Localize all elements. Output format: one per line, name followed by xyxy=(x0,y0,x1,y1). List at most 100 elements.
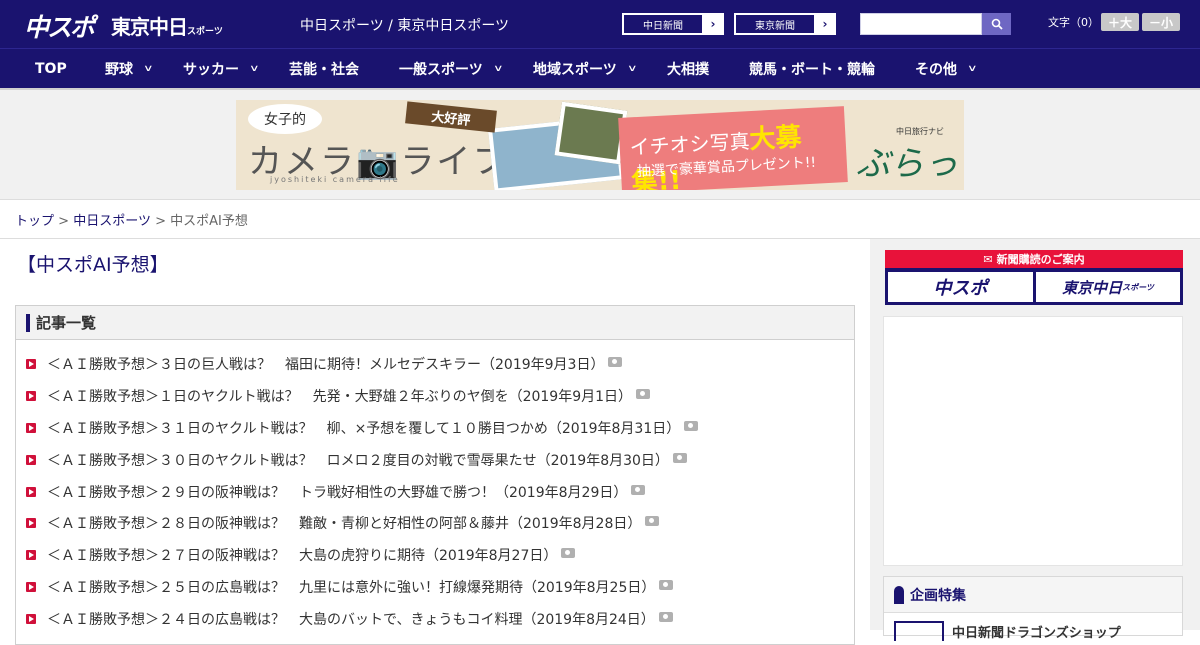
tokyo-shimbun-label: 東京新聞 xyxy=(735,14,815,34)
arrow-bullet-icon xyxy=(26,359,36,369)
article-title: ＜ＡＩ勝敗予想＞２７日の阪神戦は？ 大島の虎狩りに期待（2019年8月27日） xyxy=(47,548,558,564)
nav-item-other[interactable]: その他 ∨ xyxy=(915,49,978,89)
nav-label: 地域スポーツ xyxy=(533,62,617,78)
article-link[interactable]: ＜ＡＩ勝敗予想＞３０日のヤクルト戦は？ ロメロ２度目の対戦で雪辱果たせ（2019… xyxy=(26,450,687,470)
subscribe-chuspo-button[interactable]: 中スポ xyxy=(888,272,1033,302)
chunichi-shimbun-label: 中日新聞 xyxy=(623,14,703,34)
breadcrumb-home[interactable]: トップ xyxy=(15,214,54,229)
breadcrumb-sep: > xyxy=(155,214,166,229)
nav-label: 大相撲 xyxy=(667,62,709,78)
banner-subtitle: jyoshiteki camera life xyxy=(270,175,400,184)
feature-heading: 企画特集 xyxy=(910,587,966,604)
search-button[interactable] xyxy=(982,13,1011,35)
nav-label: TOP xyxy=(35,61,67,77)
banner-promo: イチオシ写真大募集!! 抽選で豪華賞品プレゼント!! xyxy=(618,106,848,190)
camera-icon xyxy=(608,357,623,367)
banner-tag: 大好評 xyxy=(405,101,497,133)
chevron-down-icon: ∨ xyxy=(143,64,154,74)
chevron-down-icon: ∨ xyxy=(492,64,504,74)
article-title: ＜ＡＩ勝敗予想＞３０日のヤクルト戦は？ ロメロ２度目の対戦で雪辱果たせ（2019… xyxy=(47,453,669,469)
page-title: 【中スポAI予想】 xyxy=(17,254,169,276)
article-link[interactable]: ＜ＡＩ勝敗予想＞２４日の広島戦は？ 大島のバットで、きょうもコイ料理（2019年… xyxy=(26,609,673,629)
font-size-label: 文字（0） xyxy=(1048,16,1099,29)
tokyo-logo-text: 東京中日 xyxy=(111,15,188,39)
search-input[interactable] xyxy=(860,13,982,35)
article-title: ＜ＡＩ勝敗予想＞２４日の広島戦は？ 大島のバットで、きょうもコイ料理（2019年… xyxy=(47,612,655,628)
font-smaller-button[interactable]: －小 xyxy=(1142,13,1180,31)
breadcrumb-section[interactable]: 中日スポーツ xyxy=(73,214,151,229)
article-title: ＜ＡＩ勝敗予想＞１日のヤクルト戦は？ 先発・大野雄２年ぶりのヤ倒を（2019年9… xyxy=(47,389,633,405)
article-link[interactable]: ＜ＡＩ勝敗予想＞３１日のヤクルト戦は？ 柳、×予想を覆して１０勝目つかめ（201… xyxy=(26,418,699,438)
arrow-bullet-icon xyxy=(26,582,36,592)
article-title: ＜ＡＩ勝敗予想＞３１日のヤクルト戦は？ 柳、×予想を覆して１０勝目つかめ（201… xyxy=(47,421,681,437)
chuspo-logo[interactable]: 中スポ xyxy=(24,8,95,44)
article-list-header: 記事一覧 xyxy=(16,306,854,340)
nav-label: 一般スポーツ xyxy=(399,62,483,78)
breadcrumb: トップ > 中日スポーツ > 中スポAI予想 xyxy=(15,210,248,229)
camera-life-banner[interactable]: 女子的 カメラ📷ライフ jyoshiteki camera life 大好評 イ… xyxy=(236,100,964,190)
banner-brand: ぶらっ人 xyxy=(856,144,958,184)
nav-item-racing[interactable]: 競馬・ボート・競輪 xyxy=(749,49,875,89)
article-list: 記事一覧 ＜ＡＩ勝敗予想＞３日の巨人戦は？ 福田に期待！メルセデスキラー（201… xyxy=(15,305,855,645)
tokyo-chunichi-logo[interactable]: 東京中日スポーツ xyxy=(111,11,223,40)
feature-header: 企画特集 xyxy=(884,577,1182,613)
site-header: 中スポ 東京中日スポーツ 中日スポーツ / 東京中日スポーツ 中日新聞 › 東京… xyxy=(0,0,1200,48)
arrow-bullet-icon xyxy=(26,423,36,433)
feature-box: 企画特集 中日新聞ドラゴンズショップ xyxy=(883,576,1183,641)
article-title: ＜ＡＩ勝敗予想＞２８日の阪神戦は？ 難敵・青柳と好相性の阿部＆藤井（2019年8… xyxy=(47,516,642,532)
nav-label: その他 xyxy=(915,62,957,78)
subscribe-tokyo-text: 東京中日 xyxy=(1062,278,1123,297)
article-link[interactable]: ＜ＡＩ勝敗予想＞２８日の阪神戦は？ 難敵・青柳と好相性の阿部＆藤井（2019年8… xyxy=(26,513,660,533)
article-link[interactable]: ＜ＡＩ勝敗予想＞２５日の広島戦は？ 九里には意外に強い！打線爆発期待（2019年… xyxy=(26,577,674,597)
chevron-right-icon: › xyxy=(703,14,723,34)
breadcrumb-sep: > xyxy=(58,214,70,229)
article-title: ＜ＡＩ勝敗予想＞３日の巨人戦は？ 福田に期待！メルセデスキラー（2019年9月3… xyxy=(47,357,605,373)
camera-icon xyxy=(645,516,660,526)
nav-label: サッカー xyxy=(183,62,239,78)
banner-area: 女子的 カメラ📷ライフ jyoshiteki camera life 大好評 イ… xyxy=(0,90,1200,200)
article-link[interactable]: ＜ＡＩ勝敗予想＞２９日の阪神戦は？ トラ戦好相性の大野雄で勝つ！（2019年8月… xyxy=(26,482,646,502)
article-title: ＜ＡＩ勝敗予想＞２９日の阪神戦は？ トラ戦好相性の大野雄で勝つ！（2019年8月… xyxy=(47,485,628,501)
nav-item-local-sports[interactable]: 地域スポーツ ∨ xyxy=(533,49,638,89)
arrow-bullet-icon xyxy=(26,614,36,624)
banner-photo xyxy=(554,101,628,165)
subscribe-tokyo-button[interactable]: 東京中日 スポーツ xyxy=(1036,272,1180,302)
breadcrumb-current: 中スポAI予想 xyxy=(170,214,248,229)
subscribe-tokyo-sub: スポーツ xyxy=(1122,282,1154,292)
nav-item-entertainment[interactable]: 芸能・社会 xyxy=(289,49,359,89)
header-site-names: 中日スポーツ / 東京中日スポーツ xyxy=(300,18,510,34)
nav-item-sumo[interactable]: 大相撲 xyxy=(667,49,709,89)
camera-icon xyxy=(636,389,651,399)
tokyo-logo-sub: スポーツ xyxy=(187,27,223,37)
feature-link[interactable]: 中日新聞ドラゴンズショップ xyxy=(894,621,1121,641)
chevron-down-icon: ∨ xyxy=(626,64,638,74)
main-nav: TOP 野球 ∨ サッカー ∨ 芸能・社会 一般スポーツ ∨ 地域スポーツ ∨ 大相撲 … xyxy=(0,48,1200,90)
article-link[interactable]: ＜ＡＩ勝敗予想＞２７日の阪神戦は？ 大島の虎狩りに期待（2019年8月27日） xyxy=(26,545,576,565)
nav-item-baseball[interactable]: 野球 ∨ xyxy=(105,49,154,89)
nav-item-soccer[interactable]: サッカー ∨ xyxy=(183,49,260,89)
nav-label: 野球 xyxy=(105,62,133,78)
feature-thumbnail xyxy=(894,621,944,641)
chunichi-shimbun-button[interactable]: 中日新聞 › xyxy=(622,13,724,35)
nav-label: 芸能・社会 xyxy=(289,62,359,78)
article-link[interactable]: ＜ＡＩ勝敗予想＞３日の巨人戦は？ 福田に期待！メルセデスキラー（2019年9月3… xyxy=(26,354,623,374)
ad-slot xyxy=(883,316,1183,566)
chevron-right-icon: › xyxy=(815,14,835,34)
nav-item-general-sports[interactable]: 一般スポーツ ∨ xyxy=(399,49,504,89)
heading-bar xyxy=(26,313,30,332)
ribbon-icon xyxy=(894,585,904,604)
article-link[interactable]: ＜ＡＩ勝敗予想＞１日のヤクルト戦は？ 先発・大野雄２年ぶりのヤ倒を（2019年9… xyxy=(26,386,651,406)
subscription-box: ✉ 新聞購読のご案内 中スポ 東京中日 スポーツ xyxy=(885,250,1183,305)
banner-headline-text: イチオシ写真 xyxy=(629,129,751,160)
chevron-down-icon: ∨ xyxy=(967,64,978,74)
nav-label: 競馬・ボート・競輪 xyxy=(749,62,875,78)
arrow-bullet-icon xyxy=(26,455,36,465)
camera-icon xyxy=(631,485,646,495)
feature-title: 中日新聞ドラゴンズショップ xyxy=(952,625,1121,641)
chevron-down-icon: ∨ xyxy=(249,64,260,74)
tokyo-shimbun-button[interactable]: 東京新聞 › xyxy=(734,13,836,35)
article-list-heading: 記事一覧 xyxy=(36,314,97,332)
font-larger-button[interactable]: ＋大 xyxy=(1101,13,1139,31)
nav-item-top[interactable]: TOP xyxy=(35,49,67,89)
camera-icon xyxy=(561,548,576,558)
